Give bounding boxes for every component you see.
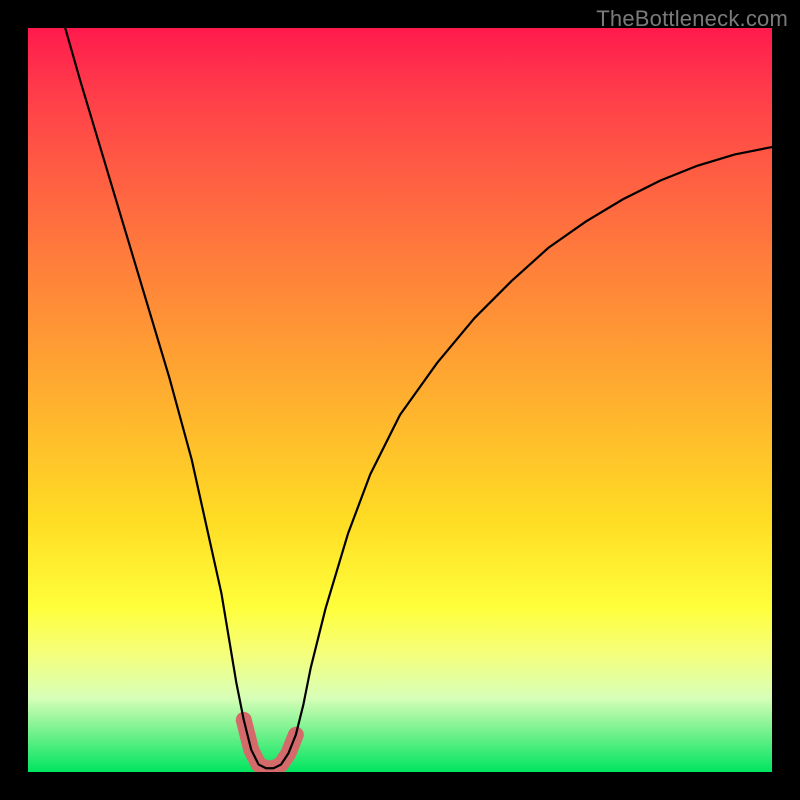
main-curve — [65, 28, 772, 768]
plot-area — [28, 28, 772, 772]
curve-layer — [28, 28, 772, 772]
chart-frame: TheBottleneck.com — [0, 0, 800, 800]
highlight-path — [244, 720, 296, 768]
attribution-watermark: TheBottleneck.com — [596, 6, 788, 32]
